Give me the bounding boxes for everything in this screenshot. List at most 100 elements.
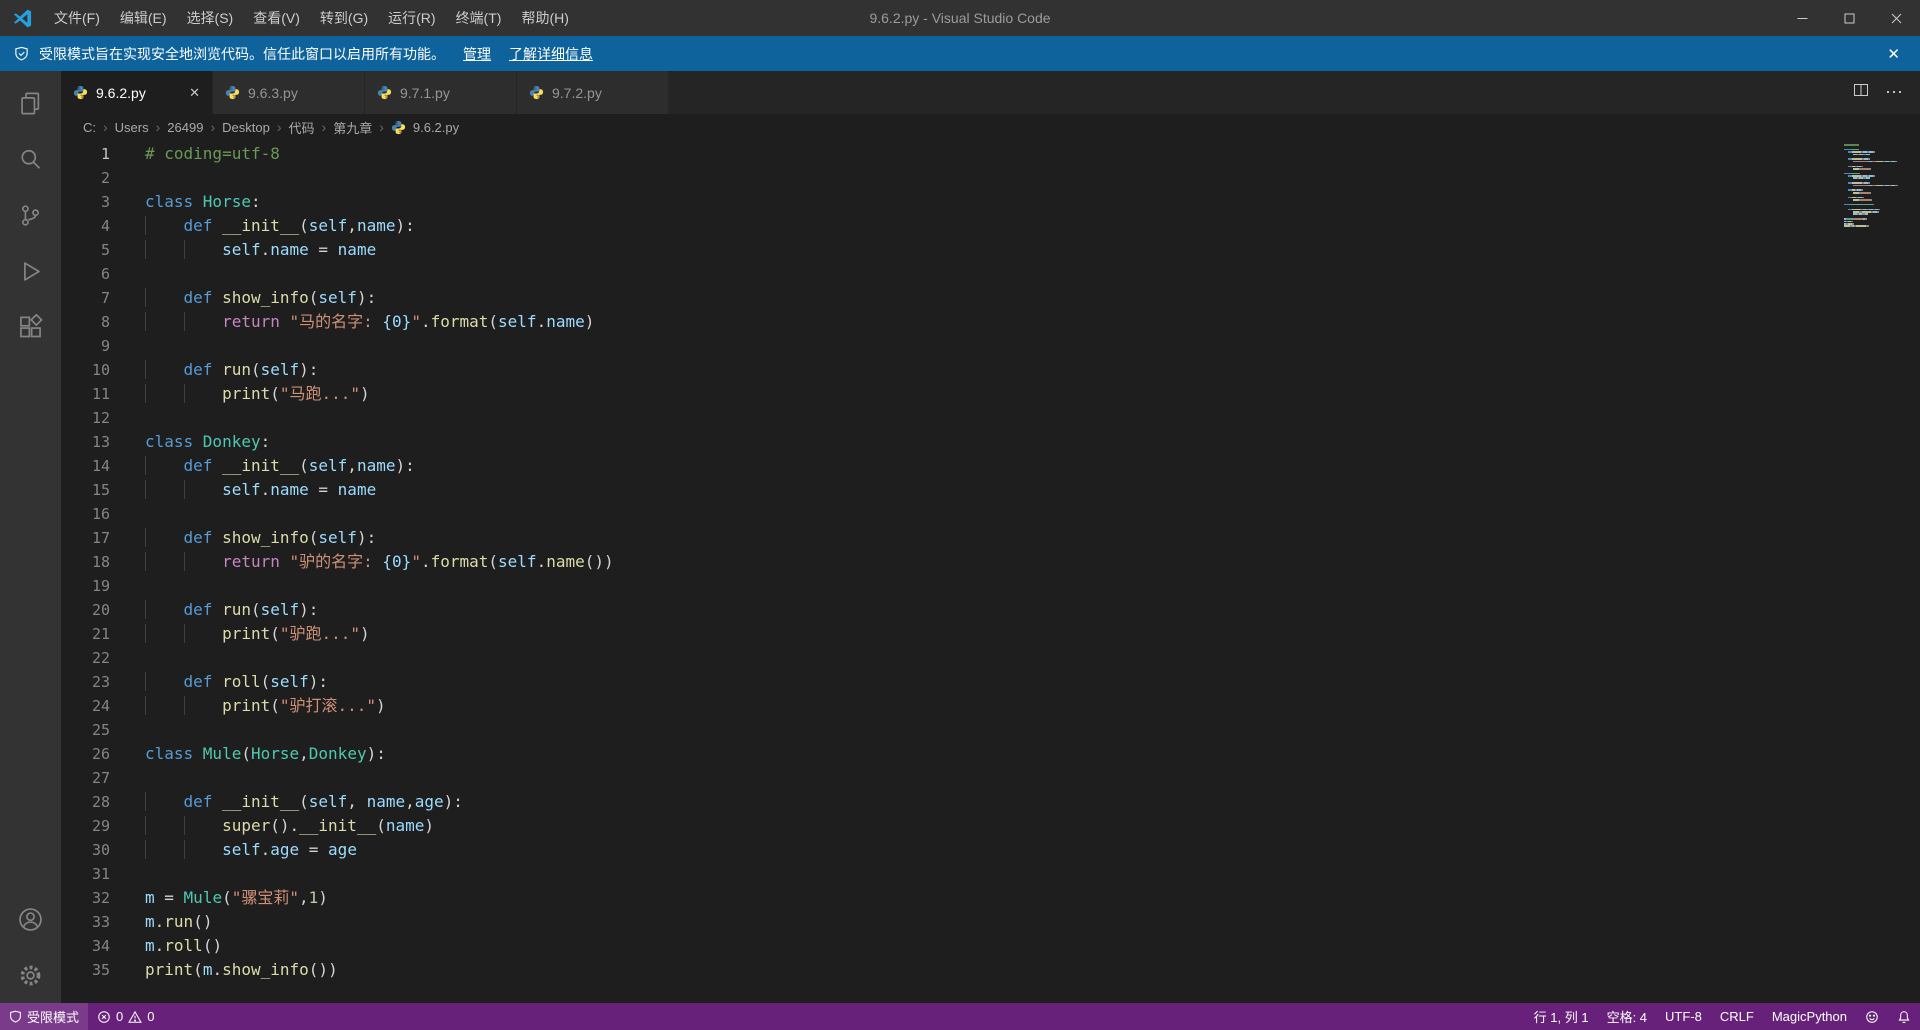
line-number[interactable]: 25 <box>61 718 145 742</box>
code-line[interactable]: 12 <box>61 406 1920 430</box>
encoding-status[interactable]: UTF-8 <box>1656 1003 1711 1030</box>
editor-pane[interactable]: 1 # coding=utf-8 2 3 class Horse: 4 def __ini… <box>61 140 1920 1003</box>
line-number[interactable]: 13 <box>61 430 145 454</box>
line-number[interactable]: 9 <box>61 334 145 358</box>
line-number[interactable]: 29 <box>61 814 145 838</box>
breadcrumb-item[interactable]: 9.6.2.py <box>413 120 459 135</box>
code-line[interactable]: 5 self.name = name <box>61 238 1920 262</box>
breadcrumb-item[interactable]: Desktop <box>222 120 270 135</box>
menu-file[interactable]: 文件(F) <box>44 0 110 36</box>
menu-view[interactable]: 查看(V) <box>243 0 310 36</box>
line-number[interactable]: 28 <box>61 790 145 814</box>
line-number[interactable]: 4 <box>61 214 145 238</box>
line-number[interactable]: 22 <box>61 646 145 670</box>
line-number[interactable]: 1 <box>61 142 145 166</box>
code-line[interactable]: 30 self.age = age <box>61 838 1920 862</box>
code-line[interactable]: 35 print(m.show_info()) <box>61 958 1920 982</box>
line-number[interactable]: 12 <box>61 406 145 430</box>
indentation-status[interactable]: 空格: 4 <box>1598 1003 1656 1030</box>
code-line[interactable]: 24 print("驴打滚...") <box>61 694 1920 718</box>
tab-9.6.2.py[interactable]: 9.6.2.py ✕ <box>61 71 213 114</box>
code-line[interactable]: 10 def run(self): <box>61 358 1920 382</box>
code-line[interactable]: 34 m.roll() <box>61 934 1920 958</box>
breadcrumb-item[interactable]: Users <box>115 120 149 135</box>
line-number[interactable]: 10 <box>61 358 145 382</box>
code-line[interactable]: 9 <box>61 334 1920 358</box>
line-number[interactable]: 30 <box>61 838 145 862</box>
activity-extensions-icon[interactable] <box>0 299 61 355</box>
code-line[interactable]: 29 super().__init__(name) <box>61 814 1920 838</box>
code-line[interactable]: 6 <box>61 262 1920 286</box>
code-line[interactable]: 3 class Horse: <box>61 190 1920 214</box>
tab-close-icon[interactable]: ✕ <box>189 85 200 101</box>
minimize-button[interactable] <box>1779 0 1826 36</box>
line-number[interactable]: 3 <box>61 190 145 214</box>
line-number[interactable]: 6 <box>61 262 145 286</box>
line-number[interactable]: 33 <box>61 910 145 934</box>
eol-status[interactable]: CRLF <box>1711 1003 1763 1030</box>
activity-settings-icon[interactable] <box>0 947 61 1003</box>
menu-selection[interactable]: 选择(S) <box>177 0 244 36</box>
menu-help[interactable]: 帮助(H) <box>511 0 578 36</box>
code-line[interactable]: 26 class Mule(Horse,Donkey): <box>61 742 1920 766</box>
banner-close-icon[interactable]: ✕ <box>1881 45 1906 63</box>
tab-9.7.1.py[interactable]: 9.7.1.py <box>365 71 517 114</box>
code-line[interactable]: 1 # coding=utf-8 <box>61 142 1920 166</box>
line-number[interactable]: 15 <box>61 478 145 502</box>
line-number[interactable]: 23 <box>61 670 145 694</box>
line-number[interactable]: 20 <box>61 598 145 622</box>
code-line[interactable]: 25 <box>61 718 1920 742</box>
close-button[interactable] <box>1873 0 1920 36</box>
code-line[interactable]: 15 self.name = name <box>61 478 1920 502</box>
menu-terminal[interactable]: 终端(T) <box>446 0 512 36</box>
menu-run[interactable]: 运行(R) <box>378 0 445 36</box>
code-line[interactable]: 23 def roll(self): <box>61 670 1920 694</box>
code-line[interactable]: 4 def __init__(self,name): <box>61 214 1920 238</box>
code-line[interactable]: 32 m = Mule("骡宝莉",1) <box>61 886 1920 910</box>
menu-goto[interactable]: 转到(G) <box>310 0 378 36</box>
line-number[interactable]: 34 <box>61 934 145 958</box>
line-number[interactable]: 27 <box>61 766 145 790</box>
line-number[interactable]: 8 <box>61 310 145 334</box>
maximize-button[interactable] <box>1826 0 1873 36</box>
code-line[interactable]: 17 def show_info(self): <box>61 526 1920 550</box>
activity-source-control-icon[interactable] <box>0 187 61 243</box>
line-number[interactable]: 21 <box>61 622 145 646</box>
more-actions-icon[interactable]: ⋯ <box>1885 82 1904 103</box>
line-number[interactable]: 31 <box>61 862 145 886</box>
activity-explorer-icon[interactable] <box>0 75 61 131</box>
activity-run-debug-icon[interactable] <box>0 243 61 299</box>
feedback-icon[interactable] <box>1856 1003 1888 1030</box>
split-editor-icon[interactable] <box>1853 82 1869 103</box>
line-number[interactable]: 16 <box>61 502 145 526</box>
breadcrumb-item[interactable]: 26499 <box>167 120 203 135</box>
code-line[interactable]: 8 return "马的名字: {0}".format(self.name) <box>61 310 1920 334</box>
code-line[interactable]: 2 <box>61 166 1920 190</box>
manage-link[interactable]: 管理 <box>463 44 491 64</box>
code-line[interactable]: 16 <box>61 502 1920 526</box>
restricted-mode-status[interactable]: 受限模式 <box>0 1003 89 1030</box>
notifications-bell-icon[interactable] <box>1888 1003 1920 1030</box>
code-line[interactable]: 11 print("马跑...") <box>61 382 1920 406</box>
menu-edit[interactable]: 编辑(E) <box>110 0 177 36</box>
line-number[interactable]: 2 <box>61 166 145 190</box>
code-line[interactable]: 14 def __init__(self,name): <box>61 454 1920 478</box>
code-line[interactable]: 27 <box>61 766 1920 790</box>
activity-search-icon[interactable] <box>0 131 61 187</box>
code-line[interactable]: 21 print("驴跑...") <box>61 622 1920 646</box>
line-number[interactable]: 26 <box>61 742 145 766</box>
code-line[interactable]: 18 return "驴的名字: {0}".format(self.name()… <box>61 550 1920 574</box>
line-number[interactable]: 5 <box>61 238 145 262</box>
line-number[interactable]: 18 <box>61 550 145 574</box>
learn-more-link[interactable]: 了解详细信息 <box>509 44 593 64</box>
breadcrumb-item[interactable]: 第九章 <box>333 118 372 137</box>
code-line[interactable]: 7 def show_info(self): <box>61 286 1920 310</box>
code-line[interactable]: 33 m.run() <box>61 910 1920 934</box>
line-number[interactable]: 24 <box>61 694 145 718</box>
line-number[interactable]: 17 <box>61 526 145 550</box>
cursor-position-status[interactable]: 行 1, 列 1 <box>1525 1003 1598 1030</box>
line-number[interactable]: 32 <box>61 886 145 910</box>
code-line[interactable]: 31 <box>61 862 1920 886</box>
code-line[interactable]: 19 <box>61 574 1920 598</box>
tab-9.6.3.py[interactable]: 9.6.3.py <box>213 71 365 114</box>
